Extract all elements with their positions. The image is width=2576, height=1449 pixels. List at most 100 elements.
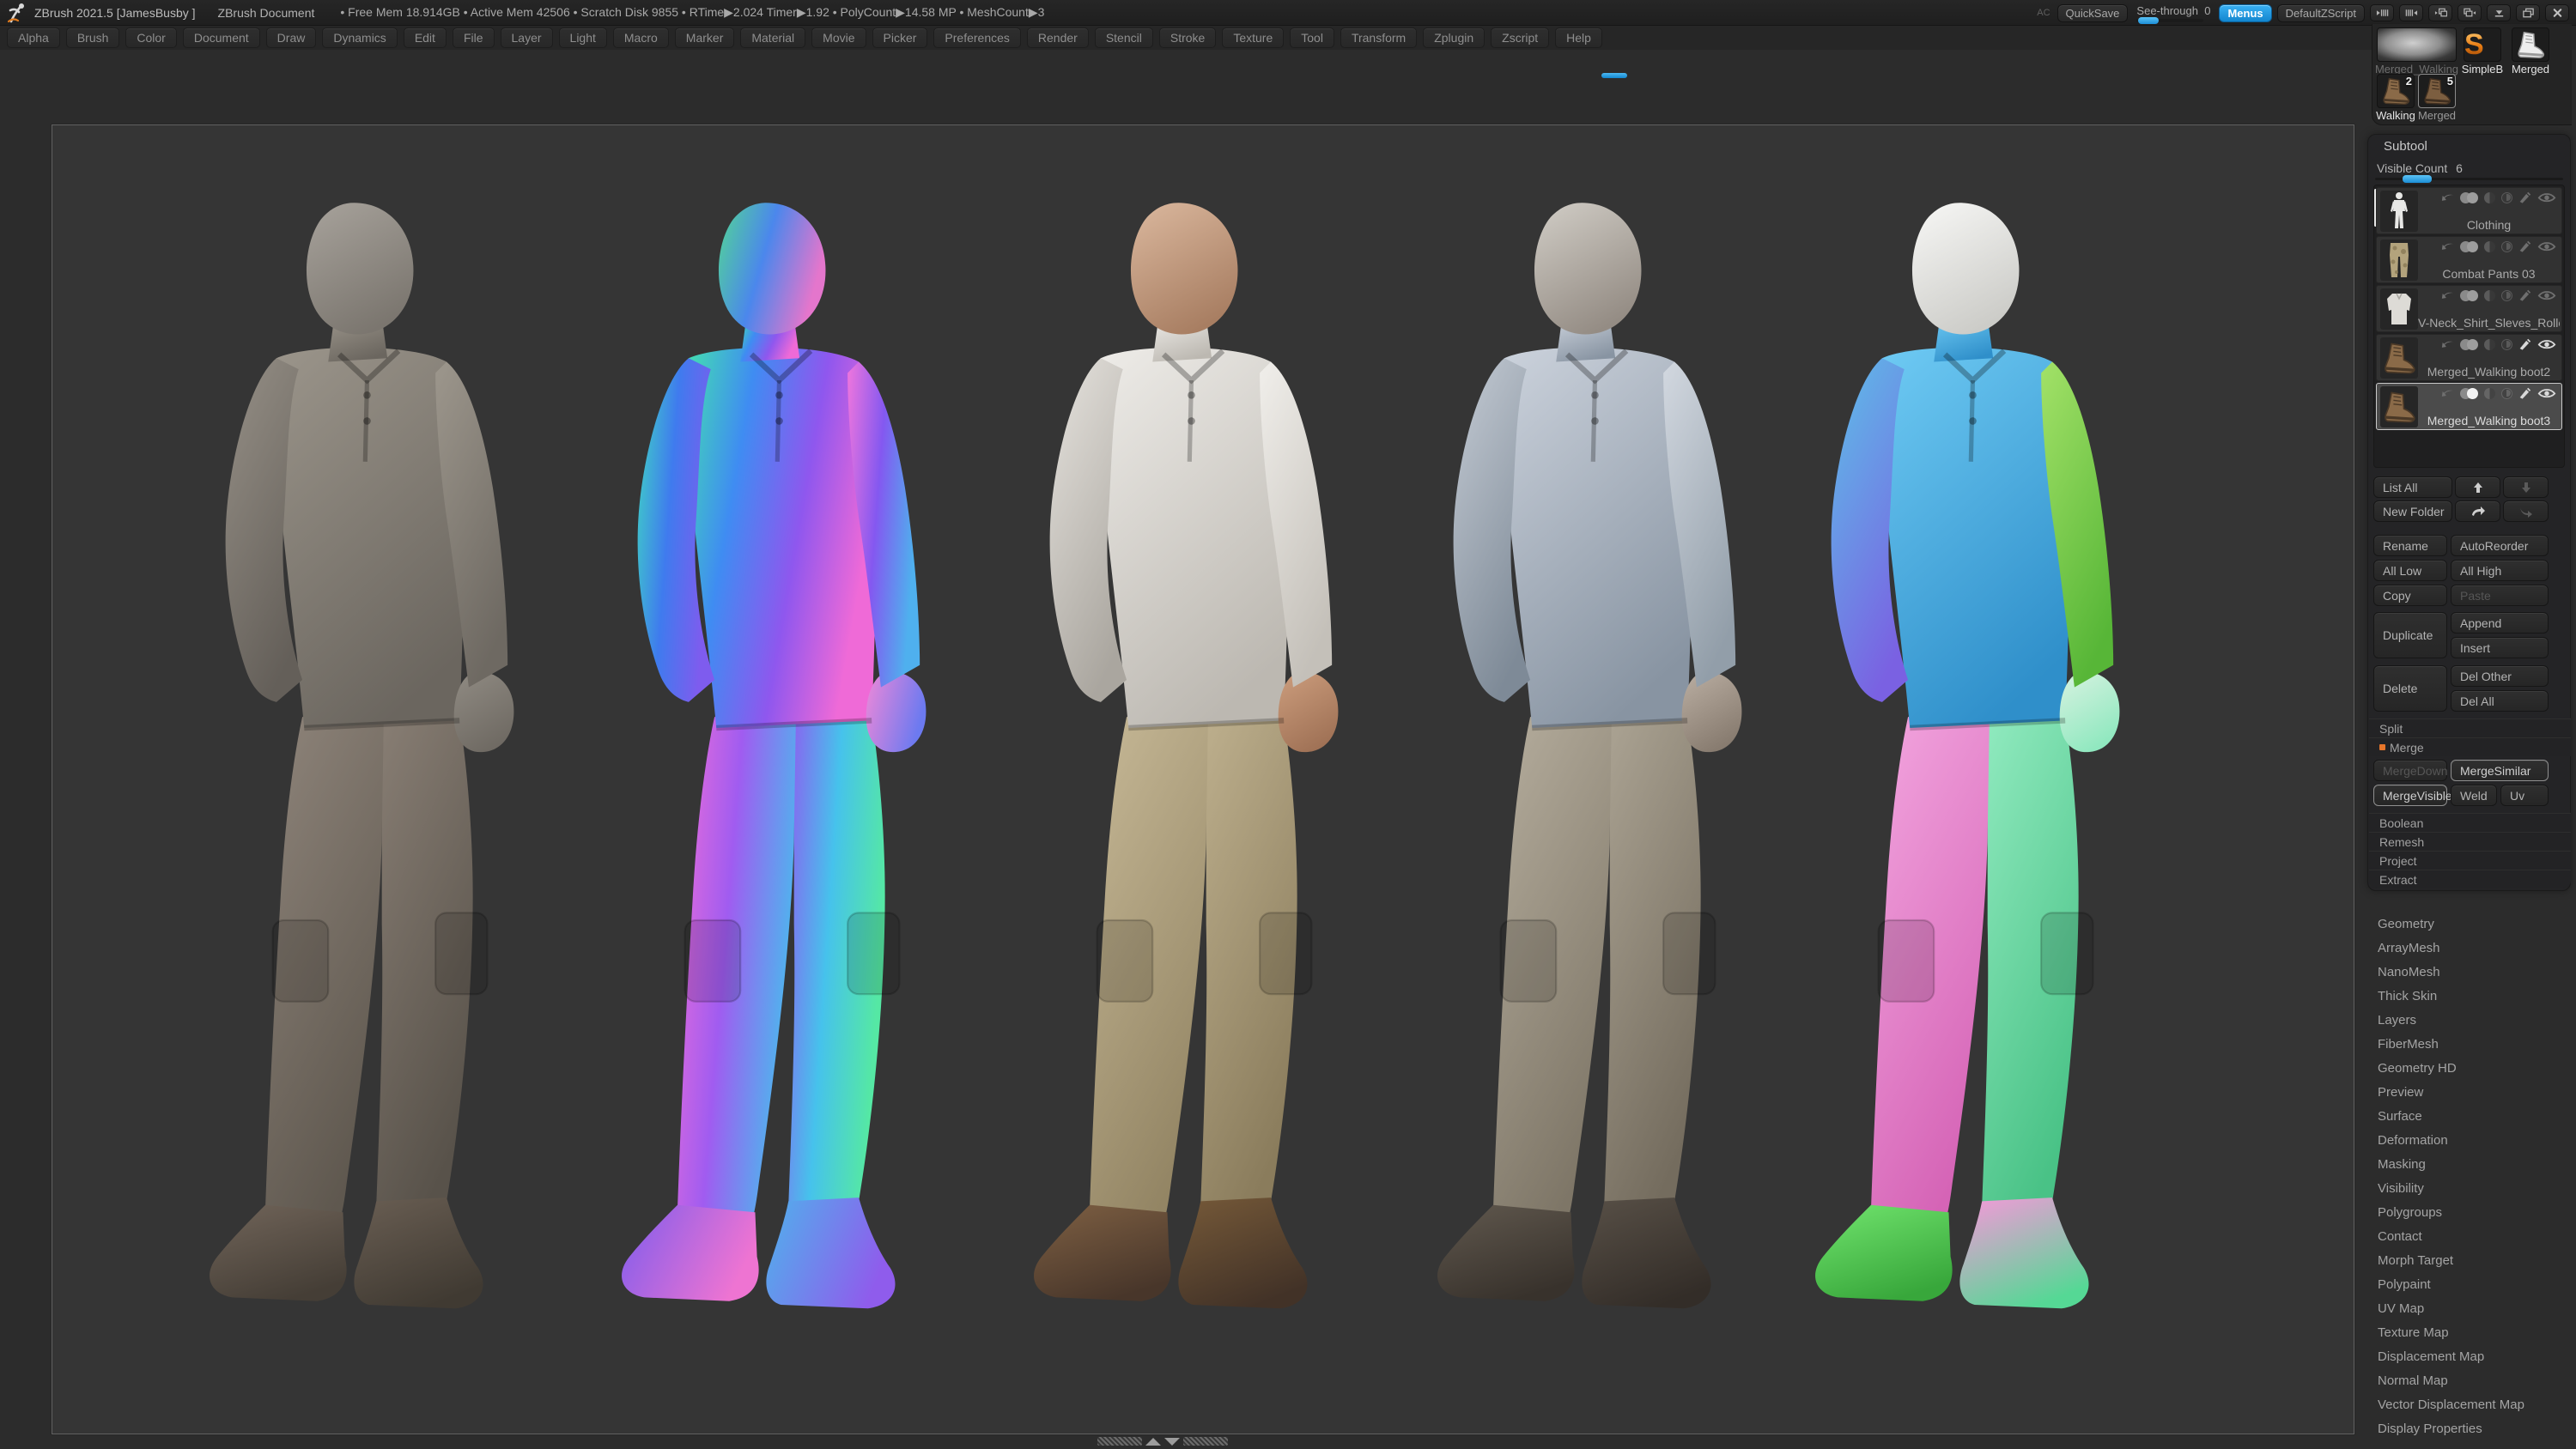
- minimize-icon[interactable]: [2487, 4, 2511, 21]
- see-through-thumb[interactable]: [2138, 17, 2159, 24]
- bottom-tray-divider-handle[interactable]: [1097, 1436, 1228, 1446]
- cascade-right-icon[interactable]: [2458, 4, 2482, 21]
- polypaint-toggle-icon[interactable]: [2460, 241, 2478, 252]
- polypaint-toggle-icon[interactable]: [2460, 388, 2478, 399]
- menu-draw[interactable]: Draw: [266, 27, 317, 48]
- insert-button[interactable]: Insert: [2451, 637, 2549, 658]
- subtool-panel-title[interactable]: Subtool: [2368, 135, 2570, 156]
- project-section-header[interactable]: Project: [2369, 851, 2571, 870]
- list-arrow-icon[interactable]: [2441, 389, 2454, 398]
- menu-material[interactable]: Material: [740, 27, 805, 48]
- palette-section-arraymesh[interactable]: ArrayMesh: [2367, 936, 2571, 960]
- subtool-row-5[interactable]: Merged_Walking boot3: [2376, 383, 2562, 430]
- visibility-eye-icon[interactable]: [2537, 191, 2556, 203]
- subtool-row-1[interactable]: Clothing: [2376, 187, 2562, 234]
- palette-section-preview[interactable]: Preview: [2367, 1080, 2571, 1104]
- menu-layer[interactable]: Layer: [501, 27, 553, 48]
- top-tray-divider-handle[interactable]: [1601, 73, 1627, 78]
- list-arrow-icon[interactable]: [2441, 340, 2454, 349]
- all-low-button[interactable]: All Low: [2373, 560, 2447, 581]
- menu-preferences[interactable]: Preferences: [933, 27, 1020, 48]
- menu-help[interactable]: Help: [1555, 27, 1602, 48]
- polypaint-toggle-icon[interactable]: [2460, 339, 2478, 350]
- menu-color[interactable]: Color: [125, 27, 176, 48]
- all-high-button[interactable]: All High: [2451, 560, 2549, 581]
- extract-section-header[interactable]: Extract: [2369, 870, 2571, 888]
- menu-stencil[interactable]: Stencil: [1095, 27, 1153, 48]
- menu-zscript[interactable]: Zscript: [1491, 27, 1549, 48]
- menu-texture[interactable]: Texture: [1222, 27, 1284, 48]
- list-all-button[interactable]: List All: [2373, 476, 2452, 498]
- split-section-header[interactable]: Split: [2369, 718, 2571, 737]
- new-folder-button[interactable]: New Folder: [2373, 500, 2452, 522]
- visibility-eye-icon[interactable]: [2537, 338, 2556, 350]
- palette-section-geometry[interactable]: Geometry: [2367, 912, 2571, 936]
- divider-hatch-right[interactable]: [1183, 1437, 1228, 1446]
- menu-transform[interactable]: Transform: [1340, 27, 1417, 48]
- menu-stroke[interactable]: Stroke: [1159, 27, 1216, 48]
- menu-file[interactable]: File: [453, 27, 495, 48]
- divider-hatch-left[interactable]: [1097, 1437, 1142, 1446]
- visibility-eye-icon[interactable]: [2537, 387, 2556, 399]
- tool-shelf-item-walking-2[interactable]: 2 Walking: [2376, 74, 2415, 122]
- shaded-toggle-icon[interactable]: [2484, 339, 2495, 350]
- palette-section-layers[interactable]: Layers: [2367, 1008, 2571, 1032]
- menu-alpha[interactable]: Alpha: [7, 27, 60, 48]
- weld-button[interactable]: Weld: [2451, 785, 2497, 806]
- rename-button[interactable]: Rename: [2373, 535, 2447, 556]
- menu-tool[interactable]: Tool: [1290, 27, 1334, 48]
- palette-section-visibility[interactable]: Visibility: [2367, 1176, 2571, 1200]
- palette-section-display-properties[interactable]: Display Properties: [2367, 1416, 2571, 1440]
- mergevisible-button[interactable]: MergeVisible: [2373, 785, 2447, 806]
- palette-section-nanomesh[interactable]: NanoMesh: [2367, 960, 2571, 984]
- divider-arrow-down-icon[interactable]: [1164, 1438, 1180, 1446]
- subtool-row-2[interactable]: Combat Pants 03: [2376, 236, 2562, 283]
- menu-macro[interactable]: Macro: [613, 27, 669, 48]
- subtool-row-4[interactable]: Merged_Walking boot2: [2376, 334, 2562, 381]
- paint-brush-icon[interactable]: [2518, 338, 2531, 350]
- paint-brush-icon[interactable]: [2518, 191, 2531, 203]
- move-down-button[interactable]: [2503, 476, 2549, 498]
- shaded-toggle-icon[interactable]: [2484, 241, 2495, 252]
- menu-brush[interactable]: Brush: [66, 27, 120, 48]
- menu-dynamics[interactable]: Dynamics: [322, 27, 397, 48]
- del-other-button[interactable]: Del Other: [2451, 665, 2549, 687]
- boolean-section-header[interactable]: Boolean: [2369, 813, 2571, 832]
- list-arrow-icon[interactable]: [2441, 193, 2454, 203]
- mergesimilar-button[interactable]: MergeSimilar: [2451, 760, 2549, 781]
- tool-shelf-item-simpleb[interactable]: S SimpleB: [2460, 27, 2505, 76]
- palette-section-polygroups[interactable]: Polygroups: [2367, 1200, 2571, 1224]
- paint-brush-icon[interactable]: [2518, 240, 2531, 252]
- move-into-folder-button[interactable]: [2503, 500, 2549, 522]
- autoreorder-button[interactable]: AutoReorder: [2451, 535, 2549, 556]
- palette-section-fibermesh[interactable]: FiberMesh: [2367, 1032, 2571, 1056]
- palette-section-displacement-map[interactable]: Displacement Map: [2367, 1344, 2571, 1368]
- visibility-eye-icon[interactable]: [2537, 240, 2556, 252]
- cascade-left-icon[interactable]: [2428, 4, 2452, 21]
- paint-brush-icon[interactable]: [2518, 289, 2531, 301]
- palette-section-thick-skin[interactable]: Thick Skin: [2367, 984, 2571, 1008]
- menu-document[interactable]: Document: [183, 27, 260, 48]
- palette-section-contact[interactable]: Contact: [2367, 1224, 2571, 1248]
- contrast-toggle-icon[interactable]: [2501, 192, 2512, 203]
- palette-section-masking[interactable]: Masking: [2367, 1152, 2571, 1176]
- menu-render[interactable]: Render: [1027, 27, 1089, 48]
- palette-section-vector-displacement-map[interactable]: Vector Displacement Map: [2367, 1392, 2571, 1416]
- shaded-toggle-icon[interactable]: [2484, 192, 2495, 203]
- palette-section-normal-map[interactable]: Normal Map: [2367, 1368, 2571, 1392]
- menu-movie[interactable]: Movie: [811, 27, 866, 48]
- shaded-toggle-icon[interactable]: [2484, 388, 2495, 399]
- menu-marker[interactable]: Marker: [675, 27, 735, 48]
- menu-picker[interactable]: Picker: [872, 27, 928, 48]
- delete-button[interactable]: Delete: [2373, 665, 2447, 712]
- tool-shelf-item-merged-5[interactable]: 5 Merged: [2417, 74, 2457, 122]
- subtool-row-3[interactable]: V-Neck_Shirt_Sleves_Rolled1: [2376, 285, 2562, 332]
- contrast-toggle-icon[interactable]: [2501, 388, 2512, 399]
- document-canvas[interactable]: [52, 124, 2354, 1434]
- scroll-right-icon[interactable]: [2399, 4, 2423, 21]
- palette-section-uv-map[interactable]: UV Map: [2367, 1296, 2571, 1320]
- duplicate-button[interactable]: Duplicate: [2373, 612, 2447, 658]
- paint-brush-icon[interactable]: [2518, 387, 2531, 399]
- contrast-toggle-icon[interactable]: [2501, 290, 2512, 301]
- see-through-slider[interactable]: See-through 0: [2136, 4, 2210, 22]
